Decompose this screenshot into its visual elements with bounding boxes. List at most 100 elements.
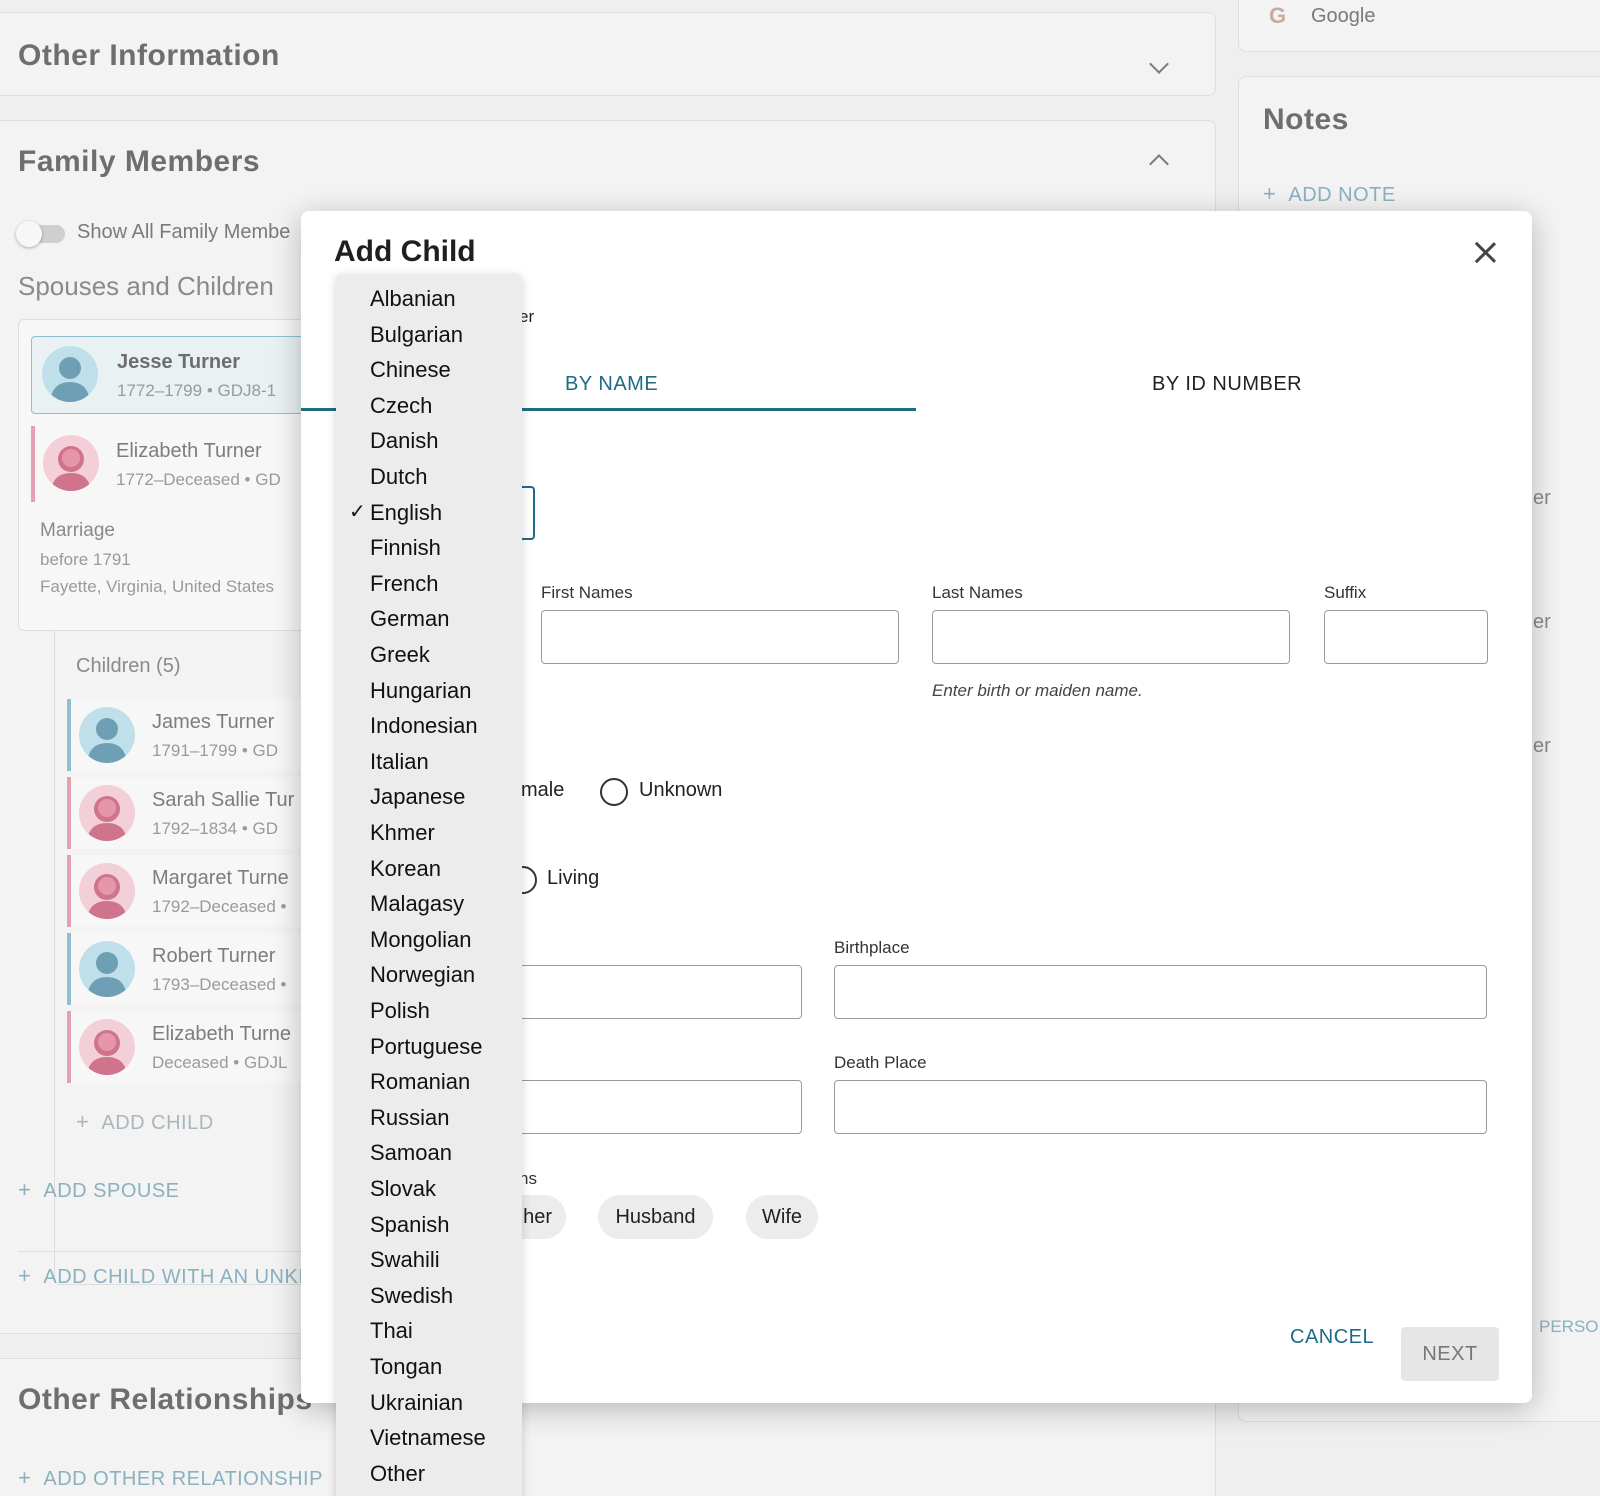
- language-option[interactable]: Thai: [370, 1318, 413, 1344]
- spouse-meta: 1772–Deceased • GD: [116, 470, 281, 489]
- child-name: Robert Turner: [152, 945, 276, 967]
- cancel-button[interactable]: CANCEL: [1290, 1326, 1374, 1349]
- language-option[interactable]: Khmer: [370, 820, 435, 846]
- language-option[interactable]: Samoan: [370, 1140, 452, 1166]
- language-option[interactable]: Italian: [370, 749, 429, 775]
- language-option[interactable]: Romanian: [370, 1069, 470, 1095]
- male-avatar-icon: [87, 952, 127, 997]
- male-avatar-icon: [50, 357, 90, 402]
- language-option[interactable]: Polish: [370, 998, 430, 1024]
- language-option[interactable]: Greek: [370, 642, 430, 668]
- language-option[interactable]: Bulgarian: [370, 322, 463, 348]
- add-other-relationship-link[interactable]: + ADD OTHER RELATIONSHIP: [18, 1465, 323, 1491]
- language-option[interactable]: Ukrainian: [370, 1390, 463, 1416]
- child-row[interactable]: James Turner 1791–1799 • GD: [67, 699, 327, 771]
- sex-option-female-label[interactable]: male: [521, 779, 564, 802]
- language-option[interactable]: Albanian: [370, 286, 456, 312]
- death-place-input[interactable]: [834, 1080, 1487, 1134]
- right-fragment: er: [1533, 487, 1551, 509]
- language-option[interactable]: German: [370, 606, 449, 632]
- language-option[interactable]: Hungarian: [370, 678, 472, 704]
- language-option[interactable]: Czech: [370, 393, 432, 419]
- language-option[interactable]: Japanese: [370, 784, 465, 810]
- spouse-row-jesse[interactable]: Jesse Turner 1772–1799 • GDJ8-1: [31, 336, 321, 414]
- add-child-link[interactable]: + ADD CHILD: [76, 1109, 214, 1135]
- child-name: Sarah Sallie Tur: [152, 789, 295, 811]
- child-row[interactable]: Sarah Sallie Tur 1792–1834 • GD: [67, 777, 327, 849]
- death-date-input[interactable]: [501, 1080, 802, 1134]
- language-option[interactable]: Portuguese: [370, 1034, 483, 1060]
- language-option[interactable]: Spanish: [370, 1212, 450, 1238]
- chevron-up-icon[interactable]: [1149, 154, 1169, 174]
- child-row[interactable]: Margaret Turne 1792–Deceased •: [67, 855, 327, 927]
- spouse-block: Jesse Turner 1772–1799 • GDJ8-1 Elizabet…: [18, 319, 321, 631]
- avatar: [43, 435, 99, 491]
- child-meta: 1792–Deceased •: [152, 897, 287, 916]
- sex-unknown-radio[interactable]: [600, 778, 628, 806]
- language-option[interactable]: Finnish: [370, 535, 441, 561]
- female-avatar-icon: [87, 1030, 127, 1075]
- language-dropdown[interactable]: ✓ Albanian Bulgarian Chinese Czech Danis…: [336, 274, 522, 1496]
- relationship-chip-husband[interactable]: Husband: [598, 1195, 713, 1239]
- google-card[interactable]: G Google: [1238, 0, 1600, 52]
- language-option[interactable]: Swedish: [370, 1283, 453, 1309]
- tab-by-id-number[interactable]: BY ID NUMBER: [1152, 373, 1302, 396]
- language-option[interactable]: Slovak: [370, 1176, 436, 1202]
- child-meta: 1791–1799 • GD: [152, 741, 278, 760]
- chevron-down-icon[interactable]: [1149, 54, 1169, 74]
- relationship-chip-wife[interactable]: Wife: [746, 1195, 818, 1239]
- children-heading: Children (5): [76, 655, 181, 677]
- spouse-name: Jesse Turner: [117, 351, 241, 373]
- google-label: Google: [1311, 5, 1376, 27]
- marriage-date: before 1791: [40, 550, 131, 569]
- suffix-input[interactable]: [1324, 610, 1488, 664]
- language-option[interactable]: Norwegian: [370, 962, 475, 988]
- divider: [18, 1251, 318, 1252]
- other-relationships-title: Other Relationships: [18, 1383, 313, 1416]
- female-avatar-icon: [51, 446, 91, 491]
- child-row[interactable]: Robert Turner 1793–Deceased •: [67, 933, 327, 1005]
- close-icon[interactable]: [1471, 238, 1499, 266]
- add-child-unknown-link[interactable]: + ADD CHILD WITH AN UNKI: [18, 1263, 304, 1289]
- birth-date-input[interactable]: [501, 965, 802, 1019]
- sex-unknown-label[interactable]: Unknown: [639, 779, 722, 802]
- next-button[interactable]: NEXT: [1401, 1327, 1499, 1381]
- language-option[interactable]: Danish: [370, 428, 438, 454]
- add-note-link[interactable]: + ADD NOTE: [1263, 181, 1396, 207]
- last-names-input[interactable]: [932, 610, 1290, 664]
- right-fragment: er: [1533, 611, 1551, 633]
- family-members-title: Family Members: [18, 145, 261, 178]
- language-option[interactable]: Russian: [370, 1105, 449, 1131]
- language-option[interactable]: Swahili: [370, 1247, 440, 1273]
- child-name: James Turner: [152, 711, 275, 733]
- avatar: [79, 863, 135, 919]
- marriage-label: Marriage: [40, 520, 115, 541]
- language-option[interactable]: Mongolian: [370, 927, 472, 953]
- language-option[interactable]: Indonesian: [370, 713, 478, 739]
- language-option[interactable]: Vietnamese: [370, 1425, 486, 1451]
- language-option[interactable]: Other: [370, 1461, 425, 1487]
- child-name: Margaret Turne: [152, 867, 289, 889]
- birthplace-input[interactable]: [834, 965, 1487, 1019]
- death-place-label: Death Place: [834, 1053, 927, 1072]
- language-option[interactable]: French: [370, 571, 438, 597]
- language-option[interactable]: Tongan: [370, 1354, 442, 1380]
- spouse-row-elizabeth[interactable]: Elizabeth Turner 1772–Deceased • GD: [31, 426, 321, 502]
- language-option[interactable]: Malagasy: [370, 891, 464, 917]
- language-option-selected[interactable]: English: [370, 500, 442, 526]
- add-spouse-link[interactable]: + ADD SPOUSE: [18, 1177, 180, 1203]
- language-option[interactable]: Chinese: [370, 357, 451, 383]
- other-information-card[interactable]: Other Information: [0, 12, 1216, 96]
- female-avatar-icon: [87, 796, 127, 841]
- tab-by-name[interactable]: BY NAME: [565, 373, 658, 396]
- right-fragment: er: [1533, 735, 1551, 757]
- right-fragment[interactable]: PERSOI: [1539, 1317, 1600, 1337]
- living-label[interactable]: Living: [547, 867, 599, 890]
- child-name: Elizabeth Turne: [152, 1023, 291, 1045]
- language-option[interactable]: Dutch: [370, 464, 427, 490]
- first-names-input[interactable]: [541, 610, 899, 664]
- language-option[interactable]: Korean: [370, 856, 441, 882]
- birthplace-label: Birthplace: [834, 938, 910, 957]
- suffix-label: Suffix: [1324, 583, 1367, 602]
- child-row[interactable]: Elizabeth Turne Deceased • GDJL: [67, 1011, 327, 1083]
